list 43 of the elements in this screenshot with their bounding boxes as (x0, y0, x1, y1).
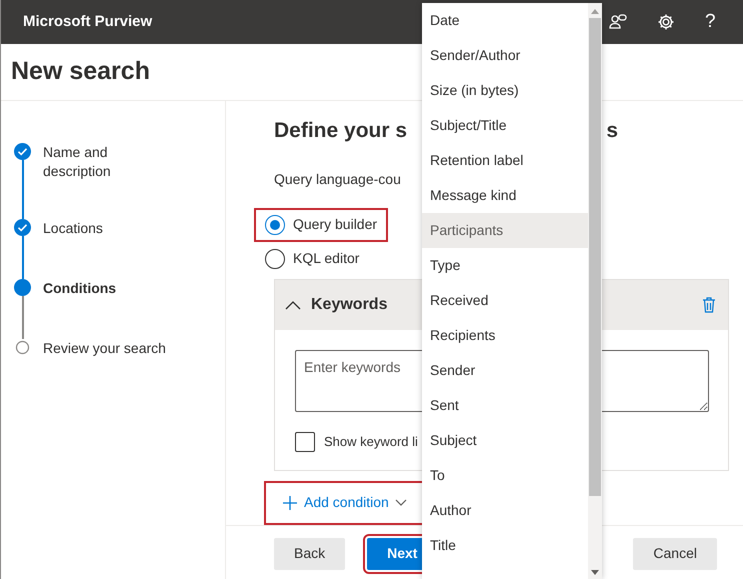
people-icon[interactable] (609, 13, 627, 31)
menu-item[interactable]: To (422, 458, 588, 493)
chevron-up-icon (285, 300, 301, 310)
footer-button[interactable]: Cancel (633, 538, 717, 570)
menu-item[interactable]: Participants (422, 213, 588, 248)
settings-icon[interactable] (657, 13, 675, 31)
footer-button[interactable]: Back (274, 538, 346, 570)
collapse-button[interactable]: Keywords (285, 292, 388, 316)
menu-item[interactable]: Sent (422, 388, 588, 423)
radio-option[interactable]: Query builder (254, 208, 388, 242)
radio-button[interactable] (265, 248, 285, 268)
menu-item[interactable]: Type (422, 248, 588, 283)
chevron-down-icon (394, 498, 407, 506)
app-title: Microsoft Purview (23, 12, 152, 32)
page-title: New search (11, 56, 150, 88)
query-language-label: Query language-cou (274, 170, 402, 189)
step-label[interactable]: Name and description (43, 143, 143, 219)
radio-option[interactable]: KQL editor (254, 242, 370, 276)
trash-icon[interactable] (702, 296, 716, 312)
menu-item[interactable]: Date (422, 3, 588, 38)
menu-item[interactable]: Sender/Author (422, 38, 588, 73)
menu-item[interactable]: Recipients (422, 318, 588, 353)
section-heading: Define your s (274, 118, 408, 144)
section-heading: s (606, 118, 618, 144)
radio-button[interactable] (265, 214, 285, 234)
checkbox[interactable] (295, 432, 315, 452)
help-button[interactable]: ? (705, 8, 721, 36)
menu-item[interactable]: Subject/Title (422, 108, 588, 143)
menu-item[interactable]: Author (422, 493, 588, 528)
menu-item[interactable]: Sender (422, 353, 588, 388)
menu-item[interactable]: Received (422, 283, 588, 318)
menu-item[interactable]: Subject (422, 423, 588, 458)
plus-icon (282, 494, 298, 510)
step-label[interactable]: Review your search (43, 339, 213, 358)
scrollbar-thumb[interactable] (589, 18, 601, 496)
menu-item[interactable]: Retention label (422, 143, 588, 178)
checkbox-label[interactable]: Show keyword li (324, 432, 418, 452)
step-label[interactable]: Conditions (43, 279, 213, 339)
scrollbar[interactable] (588, 3, 602, 579)
menu-item[interactable]: Message kind (422, 178, 588, 213)
scroll-down-icon[interactable] (591, 570, 599, 576)
menu-item[interactable]: Size (in bytes) (422, 73, 588, 108)
step-label[interactable]: Locations (43, 219, 213, 279)
